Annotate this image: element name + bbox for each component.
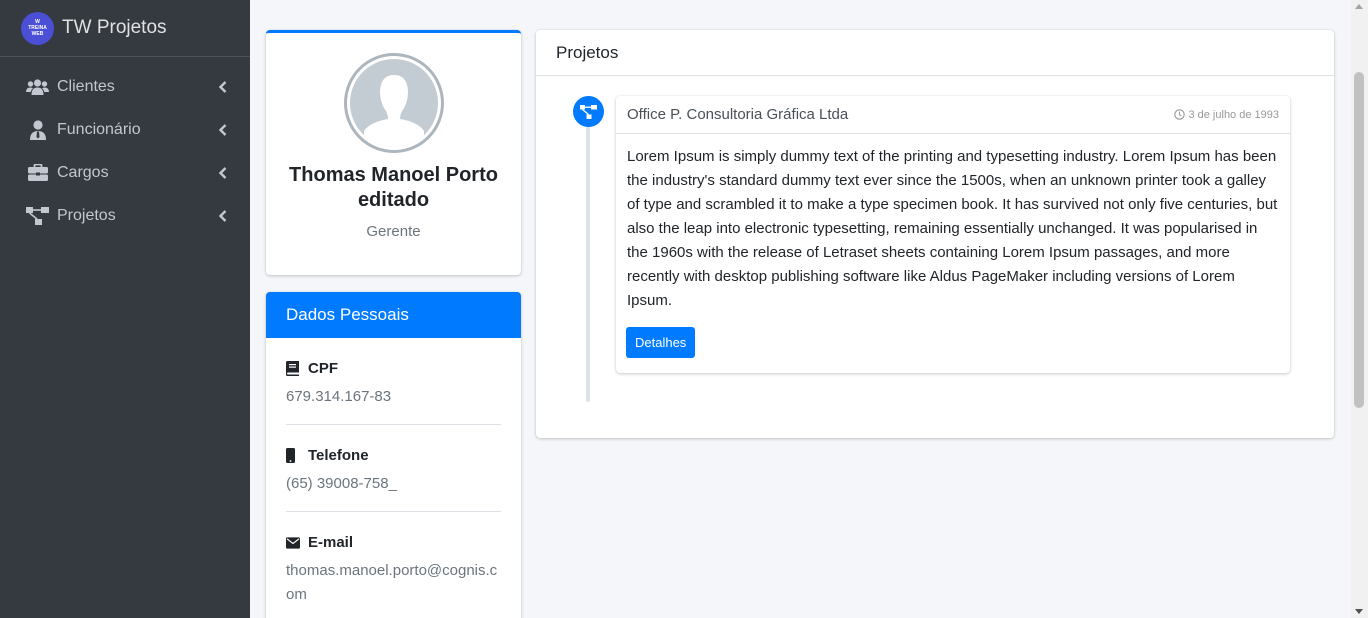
project-diagram-icon: [26, 206, 49, 226]
project-diagram-icon: [573, 96, 604, 127]
sidebar-item-clientes[interactable]: Clientes: [0, 65, 250, 108]
users-icon: [26, 77, 49, 97]
profile-card: Thomas Manoel Porto editado Gerente: [266, 30, 521, 275]
profile-role: Gerente: [366, 223, 421, 240]
scroll-thumb[interactable]: [1354, 72, 1364, 408]
chevron-left-icon: [218, 80, 228, 93]
field-value: 679.314.167-83: [286, 388, 392, 405]
sidebar: W TREINA WEB TW Projetos Clientes Funcio…: [0, 0, 250, 618]
page-scrollbar[interactable]: [1351, 0, 1368, 618]
field-cpf: CPF 679.314.167-83: [286, 338, 501, 425]
sidebar-item-label: Clientes: [57, 77, 115, 95]
user-silhouette-icon: [349, 59, 438, 147]
brand-logo: W TREINA WEB: [21, 11, 54, 45]
sidebar-item-label: Cargos: [57, 163, 109, 181]
field-title: CPF: [286, 360, 501, 377]
field-label: CPF: [308, 360, 338, 377]
mobile-icon: [286, 448, 300, 463]
scroll-down-arrow-icon[interactable]: [1355, 609, 1363, 614]
personal-data-header: Dados Pessoais: [266, 292, 521, 338]
sidebar-item-projetos[interactable]: Projetos: [0, 194, 250, 237]
sidebar-nav: Clientes Funcionário Cargos Projetos: [0, 57, 250, 237]
timeline-item-body: Lorem Ipsum is simply dummy text of the …: [627, 148, 1278, 309]
brand-logo-text-bottom: WEB: [31, 31, 44, 37]
brand-title: TW Projetos: [62, 17, 167, 38]
profile-name: Thomas Manoel Porto editado: [289, 164, 498, 211]
field-telefone: Telefone (65) 39008-758_: [286, 425, 501, 512]
avatar: [343, 53, 444, 153]
sidebar-item-funcionario[interactable]: Funcionário: [0, 108, 250, 151]
brand-link[interactable]: W TREINA WEB TW Projetos: [0, 0, 250, 57]
details-button[interactable]: Detalhes: [626, 327, 696, 358]
field-label: E-mail: [308, 534, 354, 551]
briefcase-icon: [26, 163, 49, 183]
scroll-up-arrow-icon[interactable]: [1355, 4, 1363, 9]
field-value: thomas.manoel.porto@cognis.com: [286, 562, 498, 603]
book-icon: [286, 361, 300, 376]
projects-card: Projetos Office P. Consultoria Gráfica L…: [536, 30, 1334, 438]
field-value: (65) 39008-758_: [286, 475, 397, 492]
timeline-line: [586, 106, 590, 402]
field-email: E-mail thomas.manoel.porto@cognis.com: [286, 512, 501, 618]
sidebar-item-label: Projetos: [57, 206, 116, 224]
personal-data-card: Dados Pessoais CPF 679.314.167-83 Telefo…: [266, 292, 521, 618]
personal-data-body: CPF 679.314.167-83 Telefone (65) 39008-7…: [266, 338, 521, 618]
timeline-item-title: Office P. Consultoria Gráfica Ltda: [627, 106, 849, 123]
timeline-item-time: 3 de julho de 1993: [1174, 109, 1279, 121]
field-label: Telefone: [308, 447, 369, 464]
timeline-item-footer: Detalhes: [616, 313, 1290, 358]
timeline-item-header: Office P. Consultoria Gráfica Ltda 3 de …: [616, 96, 1290, 134]
envelope-icon: [286, 535, 300, 550]
chevron-left-icon: [218, 123, 228, 136]
user-tie-icon: [26, 119, 49, 140]
field-title: E-mail: [286, 534, 501, 551]
field-title: Telefone: [286, 447, 501, 464]
timeline-item-date: 3 de julho de 1993: [1188, 108, 1279, 121]
chevron-left-icon: [218, 209, 228, 222]
clock-icon: [1174, 109, 1186, 120]
projects-header: Projetos: [536, 30, 1334, 76]
timeline-item: Office P. Consultoria Gráfica Ltda 3 de …: [616, 96, 1290, 373]
sidebar-item-label: Funcionário: [57, 120, 141, 138]
chevron-left-icon: [218, 166, 228, 179]
sidebar-item-cargos[interactable]: Cargos: [0, 151, 250, 194]
main-content: Thomas Manoel Porto editado Gerente Dado…: [250, 0, 1350, 618]
